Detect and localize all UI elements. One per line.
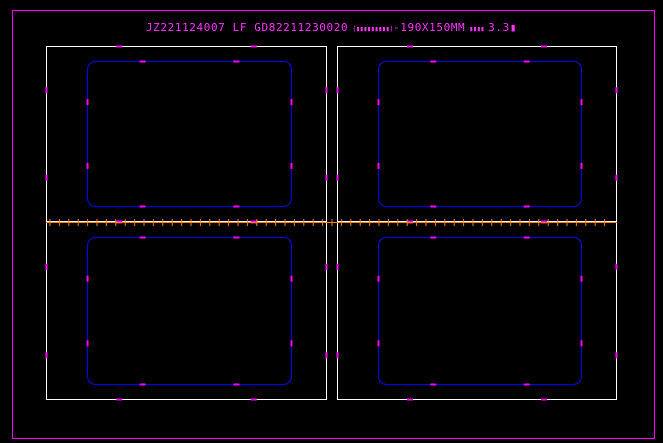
outline-marker (580, 99, 583, 106)
edge-marker (45, 352, 48, 359)
outline-marker (377, 99, 380, 106)
edge-marker (45, 263, 48, 270)
edge-marker (325, 87, 328, 94)
outline-marker (86, 340, 89, 347)
cut-outline (87, 61, 292, 207)
cut-outline (378, 237, 582, 385)
outline-marker (523, 383, 530, 386)
outline-marker (233, 236, 240, 239)
outline-marker (430, 60, 437, 63)
cut-outline (87, 237, 292, 385)
edge-marker (407, 398, 414, 401)
edge-marker (250, 45, 257, 48)
outline-marker (86, 99, 89, 106)
edge-marker (540, 398, 547, 401)
center-dimension-line (46, 219, 617, 226)
outline-marker (139, 383, 146, 386)
outline-marker (377, 340, 380, 347)
edge-marker (615, 87, 618, 94)
edge-marker (325, 174, 328, 181)
outline-marker (523, 60, 530, 63)
outline-marker (233, 205, 240, 208)
cad-drawing-canvas (12, 10, 655, 439)
outline-marker (580, 340, 583, 347)
cut-outline (378, 61, 582, 207)
outline-marker (580, 275, 583, 282)
edge-marker (407, 45, 414, 48)
panel-border (337, 222, 617, 400)
edge-marker (45, 87, 48, 94)
panel-bottom-right (336, 221, 618, 401)
panel-border (46, 46, 327, 222)
outline-marker (290, 162, 293, 169)
panel-bottom-left (45, 221, 328, 401)
edge-marker (336, 263, 339, 270)
edge-marker (615, 263, 618, 270)
edge-marker (540, 45, 547, 48)
edge-marker (615, 352, 618, 359)
outline-marker (139, 60, 146, 63)
edge-marker (336, 174, 339, 181)
edge-marker (45, 174, 48, 181)
outline-marker (377, 275, 380, 282)
edge-marker (250, 398, 257, 401)
outline-marker (430, 383, 437, 386)
edge-marker (336, 352, 339, 359)
outline-marker (139, 205, 146, 208)
outline-marker (377, 162, 380, 169)
edge-marker (615, 174, 618, 181)
outline-marker (233, 60, 240, 63)
outline-marker (290, 275, 293, 282)
panel-border (46, 222, 327, 400)
outline-marker (523, 236, 530, 239)
outline-marker (523, 205, 530, 208)
outline-marker (233, 383, 240, 386)
edge-marker (116, 45, 123, 48)
edge-marker (325, 263, 328, 270)
outline-marker (86, 162, 89, 169)
outline-marker (86, 275, 89, 282)
panel-top-left (45, 45, 328, 223)
edge-marker (336, 87, 339, 94)
panel-top-right (336, 45, 618, 223)
edge-marker (325, 352, 328, 359)
outline-marker (290, 340, 293, 347)
outline-marker (430, 236, 437, 239)
outline-marker (139, 236, 146, 239)
panel-border (337, 46, 617, 222)
outline-marker (290, 99, 293, 106)
outline-marker (430, 205, 437, 208)
edge-marker (116, 398, 123, 401)
outer-border (12, 10, 655, 439)
outline-marker (580, 162, 583, 169)
